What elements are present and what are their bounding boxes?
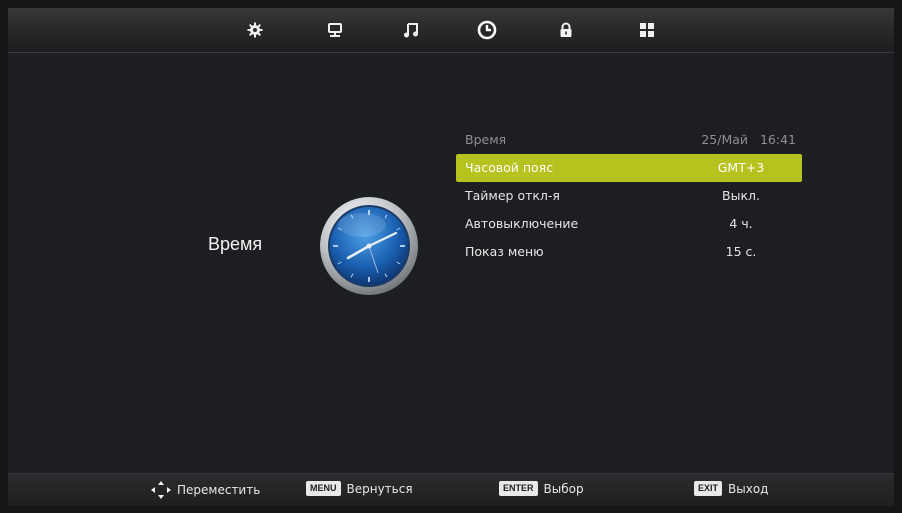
enter-key-badge: ENTER [499, 481, 538, 496]
lock-icon [560, 22, 572, 37]
current-time-label: Время [465, 132, 507, 147]
setting-value: 4 ч. [729, 216, 753, 231]
hint-back-text: Вернуться [346, 481, 413, 496]
menu-tab-bar [8, 8, 894, 53]
setting-value: 15 с. [725, 244, 757, 259]
hint-back: MENU Вернуться [306, 481, 413, 496]
settings-screen: Время Время 25/Май 16:41 Часовой пояс GM… [8, 8, 894, 506]
tab-lock[interactable] [551, 16, 581, 44]
tab-time[interactable] [472, 16, 502, 44]
apps-grid-icon [640, 23, 654, 37]
setting-value: Выкл. [722, 188, 760, 203]
tab-sound[interactable] [396, 16, 426, 44]
hint-move: Переместить [151, 481, 260, 499]
tab-picture-settings[interactable] [240, 16, 270, 44]
current-time-row: Время 25/Май 16:41 [456, 126, 802, 154]
setting-row-menu-timeout[interactable]: Показ меню 15 с. [456, 238, 802, 266]
tv-frame: Время Время 25/Май 16:41 Часовой пояс GM… [0, 0, 902, 513]
setting-value: GMT+3 [717, 160, 765, 175]
setting-label: Автовыключение [465, 216, 579, 231]
clock-icon [477, 20, 497, 40]
setting-row-timezone[interactable]: Часовой пояс GMT+3 [456, 154, 802, 182]
setting-label: Таймер откл-я [465, 188, 560, 203]
hint-select: ENTER Выбор [499, 481, 584, 496]
tab-apps[interactable] [632, 16, 662, 44]
setting-label: Часовой пояс [465, 160, 554, 175]
music-note-icon [404, 23, 418, 38]
setting-row-auto-off[interactable]: Автовыключение 4 ч. [456, 210, 802, 238]
clock-icon [320, 197, 418, 295]
tab-screen[interactable] [320, 16, 350, 44]
exit-key-badge: EXIT [694, 481, 723, 496]
current-date-time: 25/Май 16:41 [701, 132, 796, 147]
hint-exit-text: Выход [728, 481, 769, 496]
section-title: Время [208, 234, 263, 254]
key-hint-bar: Переместить MENU Вернуться ENTER Выбор E… [8, 473, 894, 506]
hint-move-text: Переместить [177, 483, 261, 497]
time-settings-list: Время 25/Май 16:41 Часовой пояс GMT+3 Та… [456, 126, 802, 266]
monitor-icon [328, 22, 342, 37]
setting-row-sleep-timer[interactable]: Таймер откл-я Выкл. [456, 182, 802, 210]
dpad-arrows-icon [151, 481, 171, 499]
gear-icon [247, 22, 263, 38]
setting-label: Показ меню [465, 244, 544, 259]
hint-exit: EXIT Выход [694, 481, 768, 496]
hint-select-text: Выбор [543, 481, 584, 496]
menu-key-badge: MENU [306, 481, 341, 496]
